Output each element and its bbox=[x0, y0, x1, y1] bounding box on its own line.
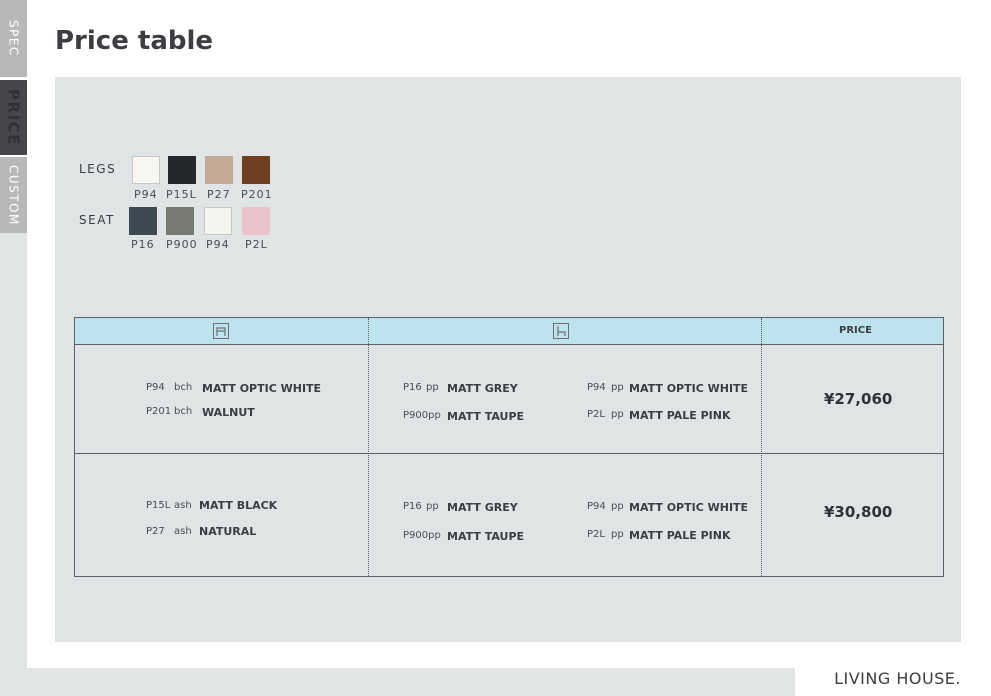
table-row-2-leg-2-name: NATURAL bbox=[199, 525, 257, 538]
table-row-2-leg-1-type: ash bbox=[174, 500, 192, 511]
table-row-1-seat-4-type: pp bbox=[611, 409, 624, 420]
table-row-1-seat-1-type: pp bbox=[426, 382, 439, 393]
table-row-2-leg-1-code: P15L bbox=[146, 500, 171, 511]
tab-price-label: PRICE bbox=[4, 89, 23, 146]
tab-price[interactable]: PRICE bbox=[0, 80, 27, 155]
table-row-1-leg-2-code: P201 bbox=[146, 406, 172, 417]
table-row-2-leg-2-code: P27 bbox=[146, 526, 165, 537]
seat-code-p16: P16 bbox=[131, 238, 155, 251]
tab-custom[interactable]: CUSTOM bbox=[0, 157, 27, 233]
table-row-1-seat-3-name: MATT OPTIC WHITE bbox=[629, 382, 749, 395]
table-row-2-leg-1-name: MATT BLACK bbox=[199, 499, 278, 512]
legs-code-p201: P201 bbox=[241, 188, 273, 201]
table-header: PRICE bbox=[75, 318, 943, 345]
seat-swatch-p2l[interactable] bbox=[242, 207, 270, 235]
column-divider-1 bbox=[368, 318, 369, 576]
price-table: PRICE P94 bch MATT OPTIC WHITE P201 bch … bbox=[74, 317, 944, 577]
row-divider bbox=[75, 453, 943, 454]
legs-swatch-p27[interactable] bbox=[205, 156, 233, 184]
table-row-2-seat-1-code: P16 bbox=[403, 501, 422, 512]
table-row-1-seat-1-code: P16 bbox=[403, 382, 422, 393]
table-row-1-price: ¥27,060 bbox=[824, 390, 893, 408]
price-column-header: PRICE bbox=[839, 325, 872, 336]
tab-spec[interactable]: SPEC bbox=[0, 0, 27, 77]
seat-swatch-p16[interactable] bbox=[129, 207, 157, 235]
table-row-2-seat-4-name: MATT PALE PINK bbox=[629, 529, 731, 542]
table-row-1-leg-1-code: P94 bbox=[146, 382, 165, 393]
seat-label: SEAT bbox=[79, 213, 115, 227]
table-row-1-leg-2-type: bch bbox=[174, 406, 193, 417]
table-row-1-seat-4-code: P2L bbox=[587, 409, 605, 420]
seat-code-p94: P94 bbox=[206, 238, 230, 251]
left-gray-band bbox=[0, 233, 27, 668]
legs-code-p27: P27 bbox=[207, 188, 231, 201]
seat-swatch-p94[interactable] bbox=[204, 207, 232, 235]
table-row-2-seat-2-name: MATT TAUPE bbox=[447, 530, 525, 543]
table-row-2-seat-1-type: pp bbox=[426, 501, 439, 512]
table-row-2-seat-2-code: P900pp bbox=[403, 530, 441, 541]
bottom-gray-band bbox=[0, 668, 795, 696]
page-title: Price table bbox=[55, 26, 214, 56]
table-row-1-seat-4-name: MATT PALE PINK bbox=[629, 409, 731, 422]
table-row-1-seat-2-code: P900pp bbox=[403, 410, 441, 421]
table-row-2-seat-1-name: MATT GREY bbox=[447, 501, 518, 514]
table-row-2-seat-3-name: MATT OPTIC WHITE bbox=[629, 501, 749, 514]
tab-spec-label: SPEC bbox=[6, 20, 21, 57]
tab-custom-label: CUSTOM bbox=[6, 164, 21, 226]
table-row-1-leg-1-name: MATT OPTIC WHITE bbox=[202, 382, 322, 395]
table-row-1-seat-2-name: MATT TAUPE bbox=[447, 410, 525, 423]
table-row-1-leg-2-name: WALNUT bbox=[202, 406, 255, 419]
legs-swatch-p201[interactable] bbox=[242, 156, 270, 184]
seat-code-p900: P900 bbox=[166, 238, 198, 251]
table-row-2-leg-2-type: ash bbox=[174, 526, 192, 537]
seat-swatch-p900[interactable] bbox=[166, 207, 194, 235]
legs-code-p94: P94 bbox=[134, 188, 158, 201]
stool-front-icon bbox=[213, 323, 229, 339]
table-row-2-seat-3-code: P94 bbox=[587, 501, 606, 512]
legs-swatch-p94[interactable] bbox=[132, 156, 160, 184]
table-row-1-seat-3-code: P94 bbox=[587, 382, 606, 393]
table-row-1-seat-1-name: MATT GREY bbox=[447, 382, 518, 395]
table-row-2-price: ¥30,800 bbox=[824, 503, 893, 521]
table-row-2-seat-4-code: P2L bbox=[587, 529, 605, 540]
table-row-2-seat-4-type: pp bbox=[611, 529, 624, 540]
chair-side-icon bbox=[553, 323, 569, 339]
legs-label: LEGS bbox=[79, 162, 117, 176]
brand-logo: LIVING HOUSE. bbox=[834, 669, 961, 688]
table-row-1-leg-1-type: bch bbox=[174, 382, 193, 393]
legs-swatch-p15l[interactable] bbox=[168, 156, 196, 184]
legs-code-p15l: P15L bbox=[166, 188, 197, 201]
column-divider-2 bbox=[761, 318, 762, 576]
seat-code-p2l: P2L bbox=[245, 238, 268, 251]
table-row-1-seat-3-type: pp bbox=[611, 382, 624, 393]
table-row-2-seat-3-type: pp bbox=[611, 501, 624, 512]
